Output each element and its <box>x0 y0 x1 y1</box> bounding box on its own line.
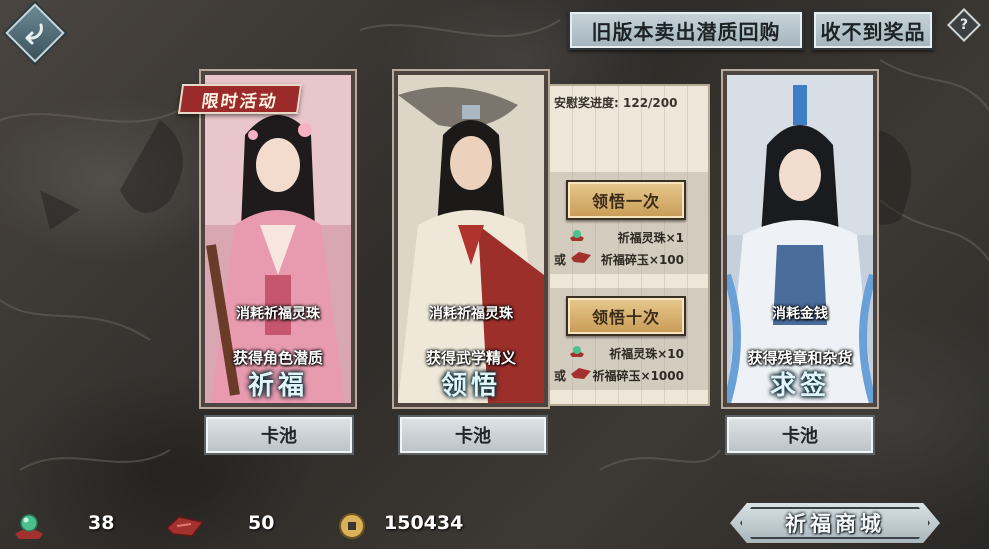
draw-panel: 安慰奖进度: 122/200 领悟一次 祈福灵珠×1 或 祈福碎玉×100 领悟… <box>548 84 710 406</box>
coin-count: 150434 <box>384 512 463 534</box>
comprehend-pool-label: 卡池 <box>455 426 491 447</box>
comprehend-cost-text: 消耗祈福灵珠 <box>429 306 513 322</box>
blessing-card[interactable]: 消耗祈福灵珠 获得角色潜质 祈福 <box>199 69 357 409</box>
no-reward-button[interactable]: 收不到奖品 <box>812 10 934 50</box>
orb-count: 38 <box>88 512 114 534</box>
coin-resource <box>338 512 366 540</box>
draw-once-label: 领悟一次 <box>591 192 660 211</box>
blessing-pool-button[interactable]: 卡池 <box>204 415 354 455</box>
blessing-title: 祈福 <box>247 371 308 401</box>
jade-resource <box>165 512 205 538</box>
divination-title: 求签 <box>769 371 830 401</box>
comprehend-title: 领悟 <box>440 371 501 401</box>
back-button[interactable] <box>5 3 65 63</box>
comprehend-pool-button[interactable]: 卡池 <box>398 415 548 455</box>
shop-button-label: 祈福商城 <box>785 512 885 536</box>
help-label: ? <box>959 17 969 33</box>
orb-resource <box>12 512 46 540</box>
jade-count: 50 <box>248 512 274 534</box>
limited-event-badge-label: 限时活动 <box>200 91 280 112</box>
draw-once-section: 领悟一次 祈福灵珠×1 或 祈福碎玉×100 <box>550 172 708 274</box>
divination-pool-button[interactable]: 卡池 <box>725 415 875 455</box>
divination-pool-label: 卡池 <box>782 426 818 447</box>
draw-ten-cost-orb: 祈福灵珠×10 <box>609 347 684 361</box>
blessing-pool-label: 卡池 <box>261 426 297 447</box>
jade-shard-icon <box>165 516 205 537</box>
draw-once-or-label: 或 <box>554 253 567 267</box>
consolation-progress: 安慰奖进度: 122/200 <box>554 94 677 111</box>
blessing-cost-text: 消耗祈福灵珠 <box>236 306 320 322</box>
draw-ten-button[interactable]: 领悟十次 <box>566 296 686 336</box>
divination-cost-text: 消耗金钱 <box>772 306 828 322</box>
jade-shard-icon <box>571 252 591 263</box>
no-reward-button-label: 收不到奖品 <box>820 19 926 44</box>
buyback-button-label: 旧版本卖出潜质回购 <box>591 19 781 44</box>
orb-icon <box>15 514 43 539</box>
consolation-progress-label: 安慰奖进度: <box>554 96 619 110</box>
blessing-shop-button[interactable]: 祈福商城 <box>730 503 940 543</box>
coin-icon <box>339 513 365 539</box>
orb-count-value: 38 <box>88 512 115 534</box>
comprehend-card[interactable]: 消耗祈福灵珠 获得武学精义 领悟 <box>392 69 550 409</box>
jade-count-value: 50 <box>248 512 275 534</box>
help-button[interactable]: ? <box>947 8 981 42</box>
draw-once-button[interactable]: 领悟一次 <box>566 180 686 220</box>
orb-icon <box>570 230 584 241</box>
coin-count-value: 150434 <box>384 512 464 534</box>
draw-ten-or-label: 或 <box>554 369 567 383</box>
draw-ten-label: 领悟十次 <box>591 308 660 327</box>
draw-once-cost-jade: 祈福碎玉×100 <box>600 253 684 267</box>
draw-ten-section: 领悟十次 祈福灵珠×10 或 祈福碎玉×1000 <box>550 288 708 390</box>
divination-card[interactable]: 消耗金钱 获得残章和杂货 求签 <box>721 69 879 409</box>
limited-event-badge: 限时活动 <box>177 84 303 114</box>
consolation-progress-value: 122/200 <box>623 96 678 110</box>
draw-ten-cost-jade: 祈福碎玉×1000 <box>592 369 684 383</box>
draw-once-cost-orb: 祈福灵珠×1 <box>617 231 684 245</box>
back-arrow-icon <box>25 23 43 45</box>
orb-icon <box>570 346 584 357</box>
jade-shard-icon <box>571 368 591 379</box>
buyback-button[interactable]: 旧版本卖出潜质回购 <box>568 10 804 50</box>
